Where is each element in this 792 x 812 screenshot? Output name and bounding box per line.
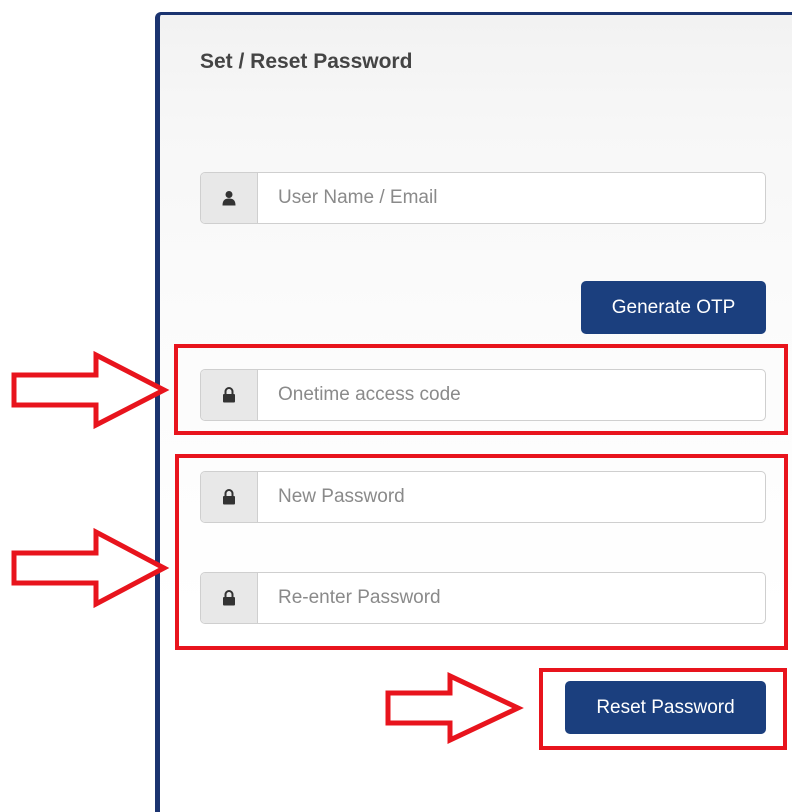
- arrow-right-icon: [11, 527, 170, 609]
- page-title: Set / Reset Password: [200, 50, 413, 73]
- username-input-group: [200, 172, 766, 224]
- arrow-right-icon: [385, 672, 524, 744]
- arrow-right-icon: [11, 350, 170, 430]
- password-highlight-box: [175, 454, 788, 650]
- reset-button-highlight-box: [539, 668, 787, 750]
- generate-otp-button[interactable]: Generate OTP: [581, 281, 766, 334]
- otp-highlight-box: [174, 344, 788, 435]
- user-icon: [201, 173, 258, 223]
- username-email-input[interactable]: [258, 173, 765, 223]
